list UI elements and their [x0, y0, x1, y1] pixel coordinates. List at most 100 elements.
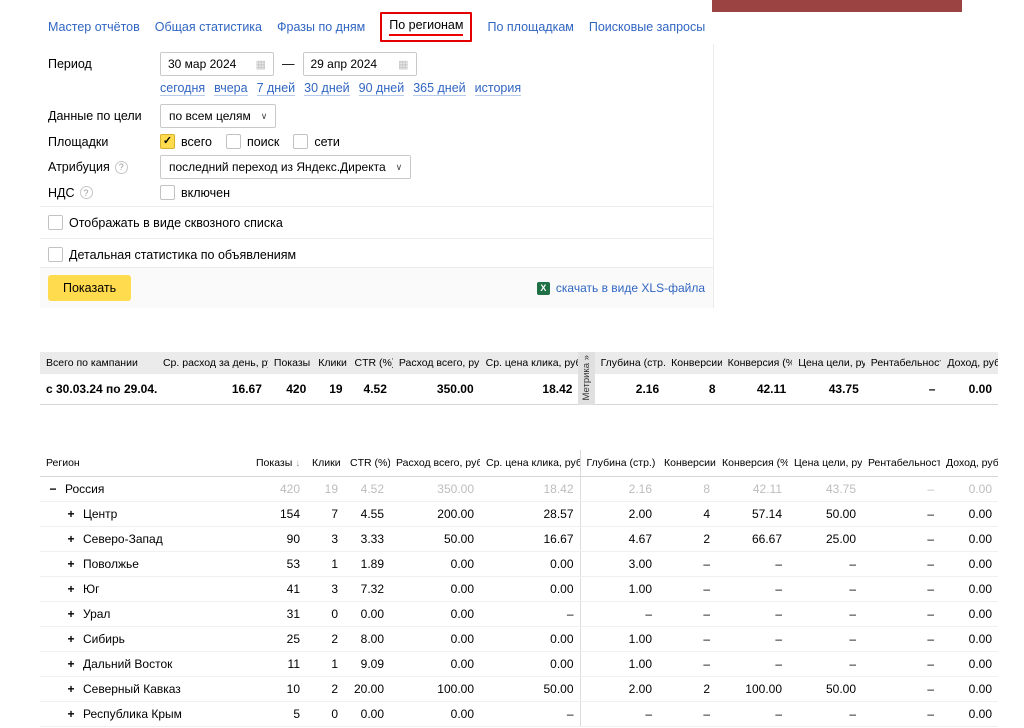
region-name: Юг — [83, 582, 100, 596]
summary-col-header: Клики — [312, 352, 348, 374]
region-col-header[interactable]: Клики — [306, 450, 344, 477]
expand-toggle[interactable]: + — [66, 582, 76, 596]
expand-toggle[interactable]: + — [66, 707, 76, 721]
expand-toggle[interactable]: + — [66, 507, 76, 521]
expand-toggle[interactable]: + — [66, 607, 76, 621]
summary-value: 43.75 — [792, 374, 865, 405]
region-value: 0.00 — [940, 602, 998, 627]
region-value: 1.00 — [580, 627, 658, 652]
region-col-header[interactable]: Регион — [40, 450, 250, 477]
region-col-header[interactable]: Конверсия (%) — [716, 450, 788, 477]
help-icon[interactable]: ? — [115, 161, 128, 174]
period-row: Период 30 мар 2024 ▦ — 29 апр 2024 ▦ — [40, 44, 713, 79]
platform-checkbox-сети[interactable] — [293, 134, 308, 149]
tab-label: Фразы по дням — [277, 20, 365, 34]
region-col-header[interactable]: Доход, руб. — [940, 450, 998, 477]
region-col-header[interactable]: CTR (%) — [344, 450, 390, 477]
expand-toggle[interactable]: + — [66, 682, 76, 696]
chevron-down-icon: ∨ — [396, 162, 403, 173]
goal-select[interactable]: по всем целям ∨ — [160, 104, 276, 128]
region-value: 0.00 — [344, 602, 390, 627]
calendar-icon[interactable]: ▦ — [256, 58, 266, 71]
region-value: 50.00 — [390, 527, 480, 552]
region-value: 3.00 — [580, 552, 658, 577]
tab-po-ploshchadkam[interactable]: По площадкам — [487, 20, 573, 34]
quick-range-1[interactable]: сегодня — [160, 81, 205, 96]
region-value: – — [862, 602, 940, 627]
calendar-icon[interactable]: ▦ — [398, 58, 408, 71]
tab-obshchaya-statistika[interactable]: Общая статистика — [155, 20, 262, 34]
platform-checkbox-поиск[interactable] — [226, 134, 241, 149]
region-value: 42.11 — [716, 477, 788, 502]
region-col-header-label: CTR (%) — [350, 457, 390, 469]
quick-range-5[interactable]: 90 дней — [359, 81, 405, 96]
top-right-button[interactable] — [712, 0, 962, 12]
region-value: 50.00 — [788, 502, 862, 527]
region-value: – — [716, 602, 788, 627]
platform-checkbox-всего[interactable]: ✓ — [160, 134, 175, 149]
help-icon[interactable]: ? — [80, 186, 93, 199]
collapse-toggle[interactable]: − — [48, 482, 58, 496]
download-xls-link[interactable]: X скачать в виде XLS-файла — [537, 281, 705, 295]
metrika-strip[interactable]: Метрика » — [578, 352, 594, 405]
region-col-header[interactable]: Расход всего, руб. — [390, 450, 480, 477]
region-value: – — [658, 577, 716, 602]
region-value: – — [788, 627, 862, 652]
table-row: +Поволжье5311.890.000.003.00––––0.00 — [40, 552, 998, 577]
region-col-header[interactable]: Ср. цена клика, руб. — [480, 450, 580, 477]
flat-list-row[interactable]: Отображать в виде сквозного списка — [40, 210, 713, 235]
region-col-header[interactable]: Показы↓ — [250, 450, 306, 477]
tab-frazy-po-dnyam[interactable]: Фразы по дням — [277, 20, 365, 34]
date-from-input[interactable]: 30 мар 2024 ▦ — [160, 52, 274, 76]
region-value: 1.89 — [344, 552, 390, 577]
region-value: 100.00 — [716, 677, 788, 702]
detailed-stats-checkbox[interactable] — [48, 247, 63, 262]
region-col-header[interactable]: Конверсии — [658, 450, 716, 477]
vat-checkbox[interactable] — [160, 185, 175, 200]
region-col-header[interactable]: Цена цели, руб. — [788, 450, 862, 477]
filter-panel: Период 30 мар 2024 ▦ — 29 апр 2024 ▦ сег… — [40, 44, 714, 308]
attribution-label-text: Атрибуция — [48, 160, 110, 174]
tab-master-otchetov[interactable]: Мастер отчётов — [48, 20, 140, 34]
chevron-down-icon: ∨ — [261, 111, 268, 122]
tab-po-regionam[interactable]: По регионам — [380, 12, 472, 42]
platform-options: ✓всего поиск сети — [160, 134, 354, 149]
flat-list-checkbox[interactable] — [48, 215, 63, 230]
quick-range-3[interactable]: 7 дней — [257, 81, 296, 96]
expand-toggle[interactable]: + — [66, 632, 76, 646]
region-name: Россия — [65, 482, 104, 496]
show-button[interactable]: Показать — [48, 275, 131, 301]
expand-toggle[interactable]: + — [66, 557, 76, 571]
region-value: 31 — [250, 602, 306, 627]
region-value: 154 — [250, 502, 306, 527]
platform-option-поиск[interactable]: поиск — [226, 134, 279, 149]
detailed-stats-row[interactable]: Детальная статистика по объявлениям — [40, 242, 713, 267]
platform-option-сети[interactable]: сети — [293, 134, 340, 149]
region-col-header[interactable]: Глубина (стр.) — [580, 450, 658, 477]
quick-range-4[interactable]: 30 дней — [304, 81, 350, 96]
region-col-header-label: Конверсия (%) — [722, 457, 788, 469]
quick-range-2[interactable]: вчера — [214, 81, 247, 96]
region-value: 0.00 — [480, 652, 580, 677]
expand-toggle[interactable]: + — [66, 657, 76, 671]
region-value: – — [480, 702, 580, 727]
summary-col-header: Всего по кампании — [40, 352, 157, 374]
platform-option-всего[interactable]: ✓всего — [160, 134, 212, 149]
summary-col-header: Глубина (стр.) — [595, 352, 666, 374]
region-value: 0.00 — [940, 652, 998, 677]
region-value: – — [580, 702, 658, 727]
region-value: 1.00 — [580, 577, 658, 602]
summary-value: 19 — [312, 374, 348, 405]
period-label: Период — [48, 57, 160, 71]
attribution-select[interactable]: последний переход из Яндекс.Директа ∨ — [160, 155, 411, 179]
table-row: +Республика Крым500.000.00––––––0.00 — [40, 702, 998, 727]
tab-poiskovye-zaprosy[interactable]: Поисковые запросы — [589, 20, 705, 34]
region-col-header[interactable]: Рентабельность — [862, 450, 940, 477]
date-to-input[interactable]: 29 апр 2024 ▦ — [303, 52, 417, 76]
quick-range-7[interactable]: история — [475, 81, 521, 96]
goal-label: Данные по цели — [48, 109, 160, 123]
region-value: 0.00 — [940, 702, 998, 727]
expand-toggle[interactable]: + — [66, 532, 76, 546]
region-cell: +Дальний Восток — [40, 652, 250, 677]
quick-range-6[interactable]: 365 дней — [413, 81, 465, 96]
